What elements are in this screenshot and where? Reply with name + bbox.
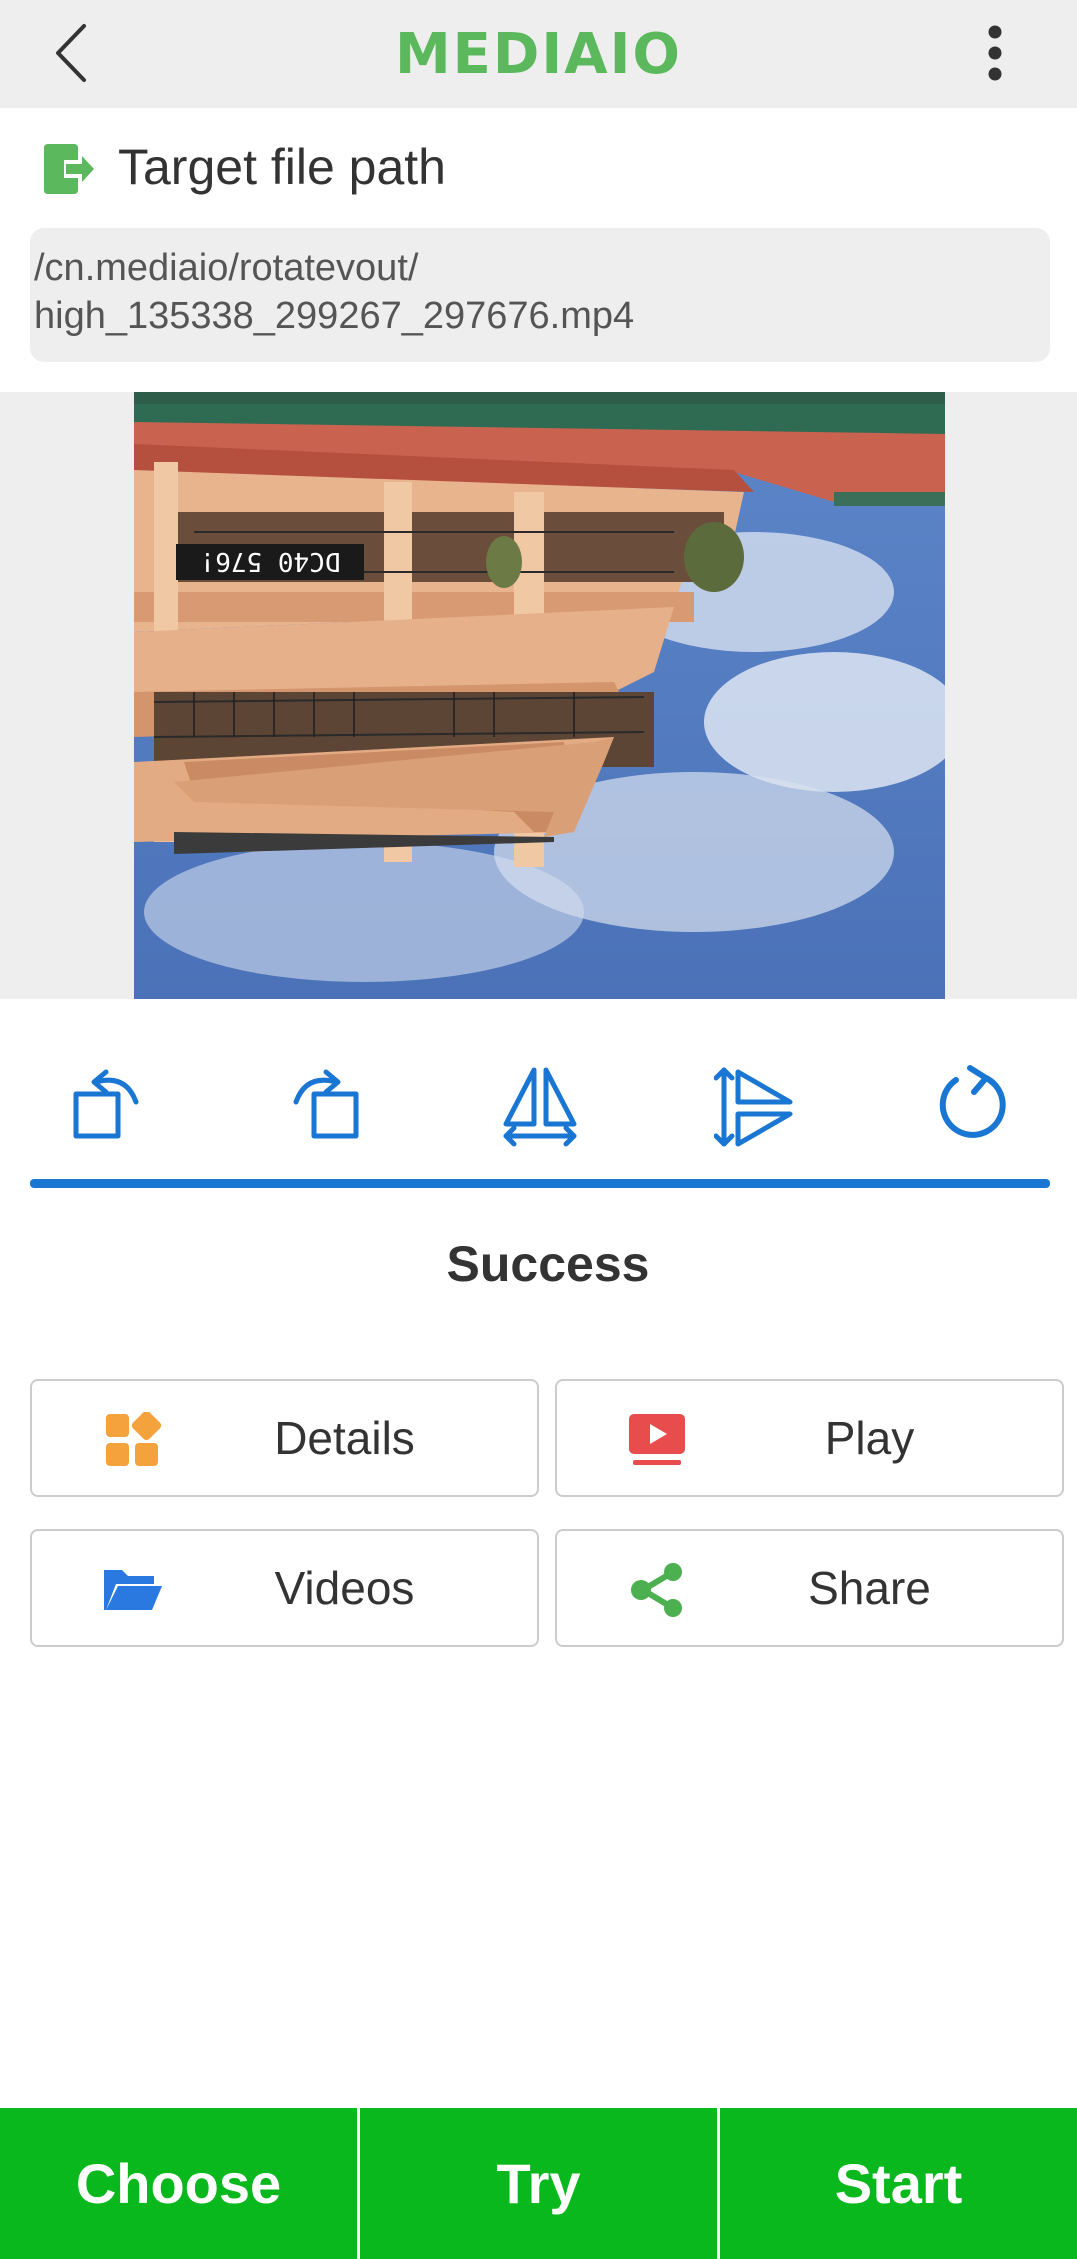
- rotate-left-button[interactable]: [66, 1064, 150, 1148]
- more-options-button[interactable]: [960, 18, 1030, 88]
- target-path-line-1: /cn.mediaio/rotatevout/: [34, 247, 419, 289]
- rotate-right-icon: [293, 1069, 359, 1139]
- flip-horizontal-button[interactable]: [498, 1064, 582, 1148]
- export-file-icon: [44, 144, 94, 194]
- video-preview-area: DC40 576!: [0, 392, 1077, 999]
- app-logo: MEDIAIO: [394, 21, 683, 87]
- back-arrow-icon: [56, 24, 86, 82]
- play-label: Play: [824, 1412, 915, 1464]
- target-path-section: Target file path /cn.mediaio/rotatevout/…: [0, 108, 1077, 392]
- video-preview[interactable]: DC40 576!: [134, 392, 945, 999]
- rotate-toolbar: [0, 1040, 1077, 1170]
- reset-icon: [939, 1065, 1006, 1138]
- target-path-title: Target file path: [118, 139, 446, 195]
- play-button[interactable]: Play: [555, 1379, 1064, 1497]
- videos-button[interactable]: Videos: [30, 1529, 539, 1647]
- start-button[interactable]: Start: [717, 2108, 1077, 2259]
- bottom-action-bar: Choose Try Start: [0, 2108, 1077, 2259]
- rotate-right-button[interactable]: [282, 1064, 366, 1148]
- share-label: Share: [808, 1562, 931, 1614]
- reset-button[interactable]: [930, 1064, 1014, 1148]
- more-vert-icon: [988, 25, 1002, 81]
- details-button[interactable]: Details: [30, 1379, 539, 1497]
- video-overlay-text: DC40 576!: [200, 546, 341, 576]
- try-button[interactable]: Try: [357, 2108, 717, 2259]
- video-frame-image: DC40 576!: [134, 392, 945, 999]
- flip-horizontal-icon: [503, 1067, 577, 1147]
- status-text: Success: [446, 1236, 650, 1292]
- back-button[interactable]: [40, 18, 110, 88]
- progress-bar: [30, 1179, 1050, 1188]
- videos-label: Videos: [274, 1562, 415, 1614]
- choose-button[interactable]: Choose: [0, 2108, 357, 2259]
- flip-vertical-icon: [713, 1067, 793, 1147]
- flip-vertical-button[interactable]: [713, 1064, 798, 1148]
- target-path-line-2: high_135338_299267_297676.mp4: [34, 295, 635, 337]
- rotate-left-icon: [73, 1069, 139, 1139]
- details-label: Details: [274, 1412, 415, 1464]
- target-path-field[interactable]: /cn.mediaio/rotatevout/ high_135338_2992…: [30, 228, 1050, 362]
- app-bar: MEDIAIO: [0, 0, 1077, 108]
- share-button[interactable]: Share: [555, 1529, 1064, 1647]
